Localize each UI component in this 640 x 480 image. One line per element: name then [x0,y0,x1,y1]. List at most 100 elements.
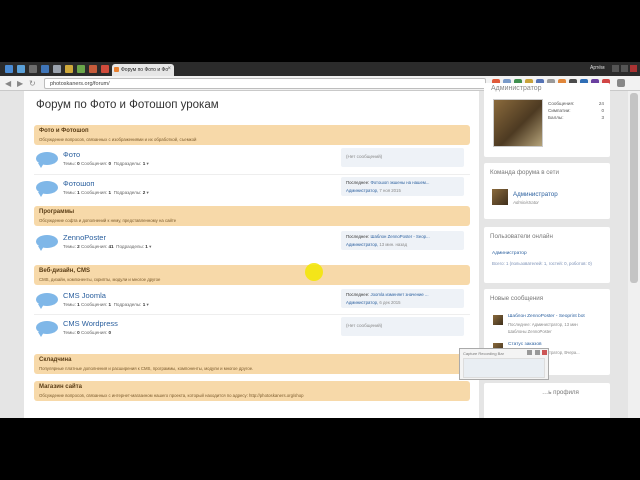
profile-name[interactable]: Администратор [491,85,542,92]
team-panel: Команда форума в сети Администратор Admi… [484,163,610,219]
profile-post-panel: …ь профиля [484,383,610,418]
online-summary: Всего: 1 (пользователей: 1, гостей: 0, р… [492,261,592,266]
popup-title: Capture Recording Bar [463,351,504,356]
tab-bar: Форум по Фото и Фо × Артём [0,62,640,76]
popup-body [463,358,545,378]
divider [34,174,470,175]
forum-stats: Темы: 1 Сообщения: 1 Подразделы: 2 ▾ [63,190,149,195]
forum-title-link[interactable]: CMS Wordpress [63,319,118,328]
category-desc: Обсуждение софта и дополнений к нему, пр… [39,218,177,223]
category-header[interactable]: Складчина Популярные платные дополнения … [34,354,470,374]
category-header[interactable]: Фото и Фотошоп Обсуждение вопросов, связ… [34,125,470,145]
last-post-box: Последнее: Фотошоп экшены на нашем... Ад… [341,177,464,196]
close-window-icon[interactable] [630,65,637,72]
panel-heading: Команда форума в сети [490,169,559,176]
no-messages: (Нет сообщений) [346,323,383,328]
no-messages: (Нет сообщений) [346,154,383,159]
forum-node: Фото Темы: 0 Сообщения: 0 Подразделы: 1 … [34,147,470,173]
category-desc: Обсуждение вопросов, связанных с изображ… [39,137,197,142]
forum-title-link[interactable]: Фотошоп [63,179,94,188]
back-icon[interactable]: ◀ [5,79,11,88]
forum-bubble-icon [36,235,58,251]
forum-node: ZennoPoster Темы: 2 Сообщения: 41 Подраз… [34,230,470,256]
category-desc: Обсуждение вопросов, связанных с интерне… [39,393,304,398]
forum-stats: Темы: 0 Сообщения: 0 Подразделы: 1 ▾ [63,161,149,166]
panel-heading: Новые сообщения [490,295,544,302]
app-icon[interactable] [77,65,85,73]
app-icon[interactable] [41,65,49,73]
reload-icon[interactable]: ↻ [29,79,36,88]
forum-bubble-icon [36,152,58,168]
forum-bubble-icon [36,181,58,197]
forum-title-link[interactable]: CMS Joomla [63,291,106,300]
forum-main: Форум по Фото и Фотошоп урокам Фото и Фо… [24,91,479,418]
last-post-box: (Нет сообщений) [341,317,464,336]
last-post-author[interactable]: Администратор, 7 ноя 2015 [346,188,401,193]
category-header[interactable]: Магазин сайта Обсуждение вопросов, связа… [34,381,470,401]
new-message-title[interactable]: Статус заказов [508,342,542,347]
new-message-meta: Последнее: Администратор, 13 мин [508,322,578,327]
app-icon[interactable] [29,65,37,73]
cursor-highlight [305,263,323,281]
last-post-box: Последнее: Шаблон ZennoPoster - Seop... … [341,231,464,250]
last-post-author[interactable]: Администратор, 13 мин. назад [346,242,407,247]
close-tab-icon[interactable]: × [167,66,171,72]
maximize-icon[interactable] [535,350,540,355]
avatar[interactable] [493,315,503,325]
category-header[interactable]: Программы Обсуждение софта и дополнений … [34,206,470,226]
forum-title-link[interactable]: Фото [63,150,80,159]
page-title: Форум по Фото и Фотошоп урокам [36,99,219,111]
category-desc: CMS, дизайн, компоненты, скрипты, модули… [39,277,161,282]
profile-stats: Сообщения: 24 Симпатии: 0 Баллы: 3 [548,101,604,120]
avatar[interactable] [492,189,508,205]
team-member-name[interactable]: Администратор [513,191,558,198]
app-icon[interactable] [53,65,61,73]
close-icon[interactable] [542,350,547,355]
maximize-icon[interactable] [621,65,628,72]
last-post-box: Последнее: Joomla изменяет значение ... … [341,289,464,308]
last-post-title[interactable]: Последнее: Joomla изменяет значение ... [346,292,462,297]
category-title[interactable]: Программы [39,209,74,215]
scroll-thumb[interactable] [630,93,638,283]
app-icon[interactable] [17,65,25,73]
avatar[interactable] [493,99,543,147]
browser-user[interactable]: Артём [590,65,605,71]
last-post-author[interactable]: Администратор, 6 дек 2015 [346,300,401,305]
category-title[interactable]: Складчина [39,357,72,363]
last-post-title[interactable]: Последнее: Фотошоп экшены на нашем... [346,180,462,185]
menu-icon[interactable] [617,79,625,87]
forum-node: CMS Joomla Темы: 1 Сообщения: 1 Подразде… [34,288,470,314]
new-message-forum[interactable]: Шаблоны ZennoPoster [508,329,552,334]
forward-icon[interactable]: ▶ [17,79,23,88]
category-title[interactable]: Веб-дизайн, CMS [39,268,90,274]
forum-bubble-icon [36,293,58,309]
favicon-icon [114,67,119,72]
new-message-title[interactable]: Шаблон ZennoPoster - Seoprint bot [508,314,585,319]
forum-stats: Темы: 1 Сообщения: 1 Подразделы: 1 ▾ [63,302,149,307]
forum-title-link[interactable]: ZennoPoster [63,233,106,242]
app-icon[interactable] [89,65,97,73]
last-post-title[interactable]: Последнее: Шаблон ZennoPoster - Seop... [346,234,462,239]
forum-node: CMS Wordpress Темы: 0 Сообщения: 0 (Нет … [34,316,470,342]
minimize-icon[interactable] [527,350,532,355]
category-title[interactable]: Магазин сайта [39,384,82,390]
panel-heading: Пользователи онлайн [490,233,553,240]
last-post-box: (Нет сообщений) [341,148,464,167]
panel-heading: …ь профиля [542,389,579,396]
tab-active[interactable]: Форум по Фото и Фо × [112,64,174,76]
minimize-icon[interactable] [612,65,619,72]
recording-popup[interactable]: Capture Recording Bar [459,348,549,380]
profile-panel: Администратор Сообщения: 24 Симпатии: 0 Ба… [484,83,610,157]
divider [34,314,470,315]
app-icon[interactable] [101,65,109,73]
team-member-role: Administrator [513,200,539,205]
page-scrollbar[interactable] [628,91,640,418]
app-icon[interactable] [65,65,73,73]
forum-stats: Темы: 2 Сообщения: 41 Подразделы: 1 ▾ [63,244,152,249]
category-header[interactable]: Веб-дизайн, CMS CMS, дизайн, компоненты,… [34,265,470,285]
category-title[interactable]: Фото и Фотошоп [39,128,89,134]
app-icon[interactable] [5,65,13,73]
online-user[interactable]: Администратор [492,251,527,256]
tab-title: Форум по Фото и Фо [121,67,169,73]
url-input[interactable]: photoskaners.org/forum/ [44,78,486,89]
